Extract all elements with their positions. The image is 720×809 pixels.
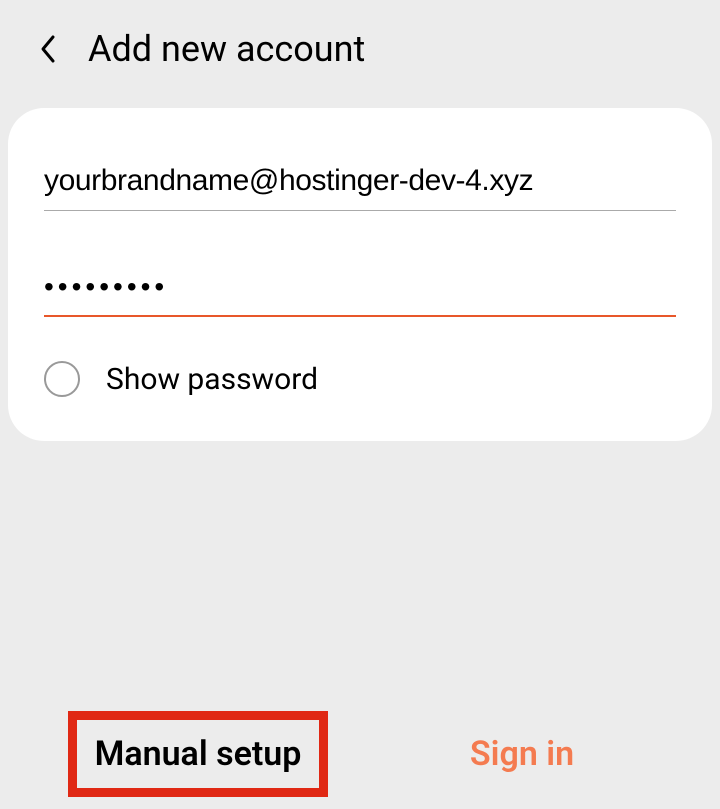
form-card: Show password [8,108,712,441]
footer-right: Sign in [360,711,684,797]
footer-left: Manual setup [36,711,360,797]
email-field[interactable] [44,156,676,211]
header: Add new account [0,0,720,98]
manual-setup-label: Manual setup [95,734,302,774]
password-field-wrap [44,263,676,317]
email-field-wrap [44,156,676,211]
manual-setup-button[interactable]: Manual setup [68,711,329,797]
page-title: Add new account [88,28,365,70]
show-password-radio[interactable] [44,361,80,397]
signin-button[interactable]: Sign in [470,734,574,774]
show-password-row: Show password [44,361,676,405]
footer: Manual setup Sign in [0,691,720,809]
password-field[interactable] [44,263,676,317]
show-password-label: Show password [106,362,318,397]
back-icon[interactable] [36,37,60,61]
